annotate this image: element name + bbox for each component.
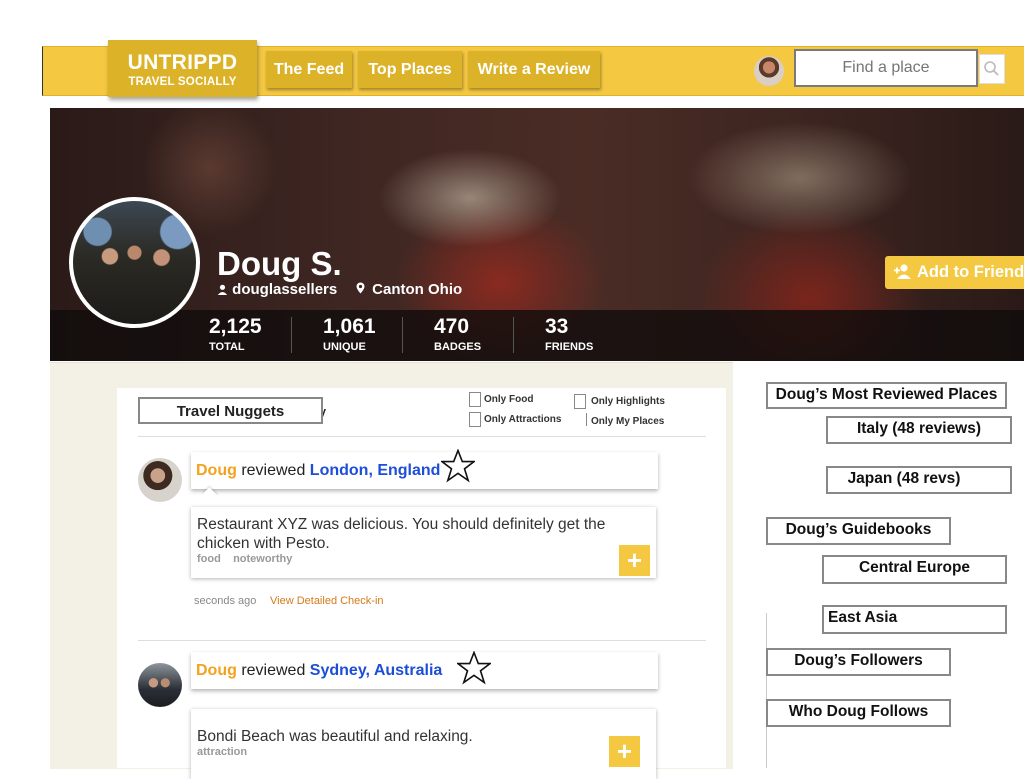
search-button[interactable]: [979, 54, 1005, 84]
add-to-friend-label: Add to Friend: [916, 263, 1024, 281]
stat-friends-value[interactable]: 33: [545, 315, 568, 339]
stat-divider: [291, 317, 292, 353]
feed-item-header: Doug reviewed London, England: [191, 452, 658, 489]
stat-divider: [402, 317, 403, 353]
guidebook-item-central-europe[interactable]: Central Europe: [822, 555, 1007, 584]
sidebar-connector-line: [766, 613, 767, 768]
star-icon[interactable]: [457, 651, 491, 685]
guidebooks-title[interactable]: Doug’s Guidebooks: [766, 517, 951, 545]
only-food-checkbox[interactable]: [469, 392, 481, 407]
stats-bar: [50, 310, 1024, 361]
stat-total-value: 2,125: [209, 315, 262, 338]
stat-badges-label: BADGES: [434, 341, 482, 353]
stat-divider: [513, 317, 514, 353]
tag-attraction[interactable]: attraction: [197, 746, 247, 758]
only-attractions-label: Only Attractions: [484, 414, 562, 425]
nav-the-feed-button[interactable]: The Feed: [266, 51, 352, 88]
brand-logo[interactable]: UNTRIPPD TRAVEL SOCIALLY: [108, 40, 257, 97]
location-pin-icon: [356, 282, 365, 294]
tag-noteworthy[interactable]: noteworthy: [233, 553, 292, 565]
search-input[interactable]: [794, 49, 978, 87]
only-highlights-checkbox[interactable]: [574, 394, 586, 409]
review-text: Bondi Beach was beautiful and relaxing.: [197, 728, 473, 745]
stat-unique-label: UNIQUE: [323, 341, 366, 353]
feed-item-header: Doug reviewed Sydney, Australia: [191, 652, 658, 689]
only-highlights-label: Only Highlights: [591, 396, 665, 407]
who-doug-follows-link[interactable]: Who Doug Follows: [766, 699, 951, 727]
only-my-places-checkbox[interactable]: [583, 413, 587, 426]
feed-item-body: Restaurant XYZ was delicious. You should…: [191, 507, 656, 578]
add-user-icon: [894, 264, 911, 279]
view-checkin-link[interactable]: View Detailed Check-in: [270, 595, 384, 607]
nav-write-review-button[interactable]: Write a Review: [468, 51, 600, 88]
profile-photo[interactable]: [73, 201, 196, 324]
feed-place-link[interactable]: London, England: [310, 462, 441, 479]
star-icon[interactable]: [441, 449, 475, 483]
stat-friends-label: FRIENDS: [545, 341, 594, 353]
brand-tagline: TRAVEL SOCIALLY: [128, 76, 237, 88]
review-text: Restaurant XYZ was delicious. You should…: [197, 516, 606, 552]
stat-badges-value[interactable]: 470: [434, 315, 469, 339]
feed-action-text: reviewed: [236, 462, 310, 479]
profile-username[interactable]: douglassellers: [217, 281, 337, 298]
guidebook-item-east-asia[interactable]: East Asia: [822, 605, 1007, 634]
add-plus-button[interactable]: +: [609, 736, 640, 767]
review-tags: attraction: [197, 746, 650, 758]
review-tags: food noteworthy: [197, 553, 650, 565]
feed-user-avatar[interactable]: [138, 458, 182, 502]
tag-food[interactable]: food: [197, 553, 221, 565]
add-to-friend-button[interactable]: Add to Friend: [885, 256, 1024, 289]
divider: [138, 436, 706, 437]
brand-name: UNTRIPPD: [127, 51, 238, 74]
only-food-label: Only Food: [484, 394, 534, 405]
only-attractions-checkbox[interactable]: [469, 412, 481, 427]
only-my-places-label: Only My Places: [591, 416, 665, 427]
feed-item-body: Bondi Beach was beautiful and relaxing. …: [191, 709, 656, 779]
feed-place-link[interactable]: Sydney, Australia: [310, 662, 443, 679]
feed-action-text: reviewed: [236, 662, 310, 679]
location-text: Canton Ohio: [372, 281, 463, 298]
profile-location: Canton Ohio: [356, 281, 462, 298]
feed-user-link[interactable]: Doug: [196, 662, 237, 679]
feed-user-avatar[interactable]: [138, 663, 182, 707]
username-text: douglassellers: [232, 281, 338, 298]
profile-name: Doug S.: [217, 245, 342, 282]
add-plus-button[interactable]: +: [619, 545, 650, 576]
followers-link[interactable]: Doug’s Followers: [766, 648, 951, 676]
divider: [138, 640, 706, 641]
most-reviewed-item-japan[interactable]: Japan (48 revs): [826, 466, 1012, 494]
feed-timestamp: seconds ago: [194, 595, 257, 607]
stat-total-label: TOTAL: [209, 341, 245, 353]
nav-top-places-button[interactable]: Top Places: [358, 51, 462, 88]
user-avatar[interactable]: [754, 56, 784, 86]
feed-title: Travel Nuggets: [138, 397, 323, 424]
stat-unique-value: 1,061: [323, 315, 376, 338]
user-icon: [217, 284, 228, 295]
most-reviewed-item-italy[interactable]: Italy (48 reviews): [826, 416, 1012, 444]
most-reviewed-places-title[interactable]: Doug’s Most Reviewed Places: [766, 382, 1007, 409]
feed-user-link[interactable]: Doug: [196, 462, 237, 479]
search-icon: [984, 61, 999, 76]
